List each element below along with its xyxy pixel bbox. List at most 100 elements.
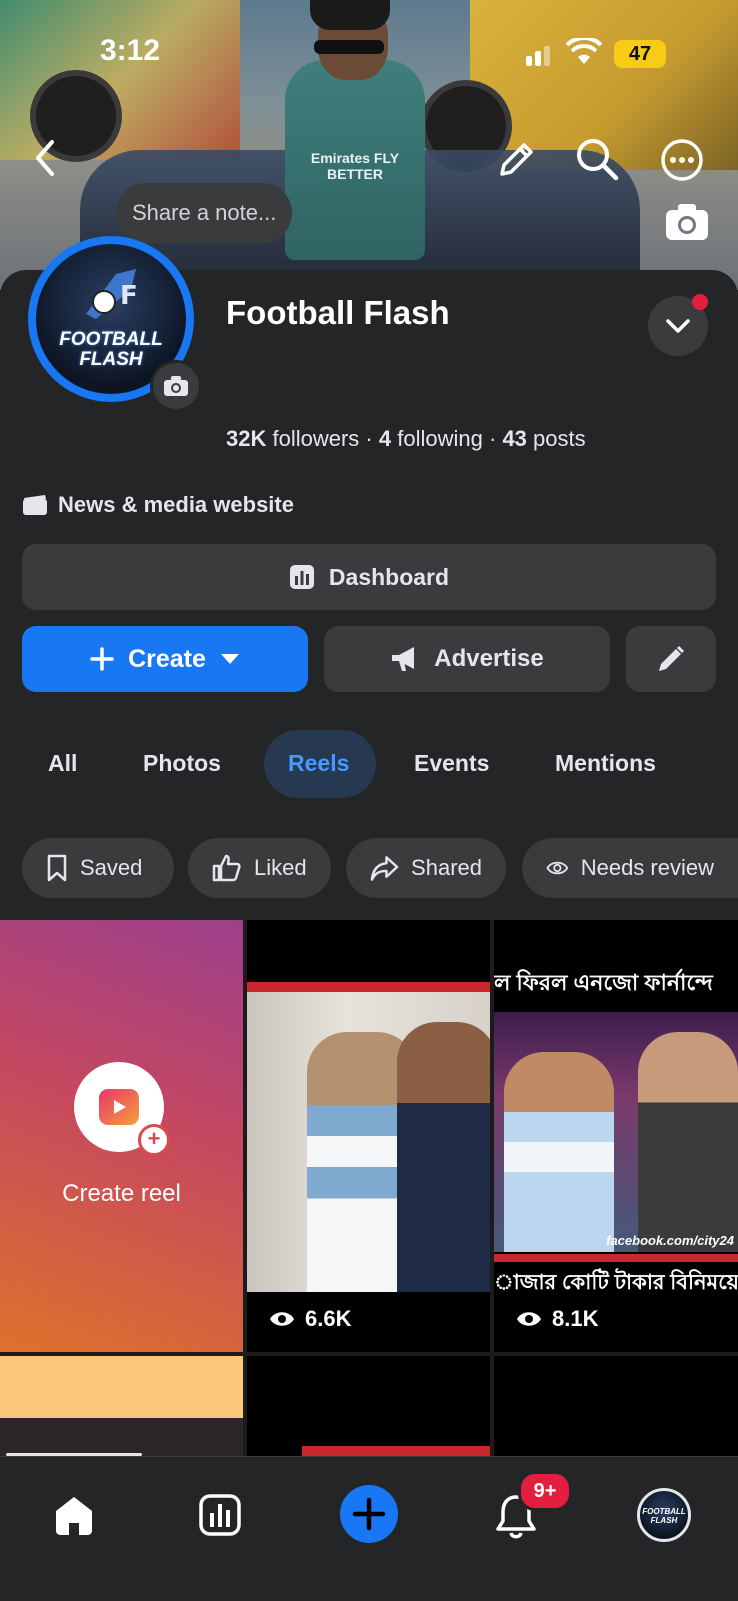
filter-saved[interactable]: Saved <box>22 838 174 898</box>
tab-photos[interactable]: Photos <box>143 750 221 777</box>
cover-person-hair <box>310 0 390 30</box>
filter-needs-review-label: Needs review <box>580 855 714 880</box>
reel-image: facebook.com/city24 <box>494 1012 738 1252</box>
plus-icon <box>352 1497 386 1531</box>
filter-liked[interactable]: Liked <box>188 838 331 898</box>
reel-thumbnail[interactable] <box>247 1356 490 1456</box>
reel-thumbnail[interactable]: 6.6K <box>247 920 490 1352</box>
share-note-bubble[interactable]: Share a note... <box>116 183 293 243</box>
battery-icon: 47 <box>614 40 666 68</box>
create-reel-tile[interactable]: + Create reel <box>0 920 243 1352</box>
share-arrow-icon <box>370 856 399 881</box>
nav-avatar-text: FOOTBALL FLASH <box>642 1507 686 1525</box>
reel-presenter-figure <box>397 1022 490 1292</box>
filter-shared[interactable]: Shared <box>346 838 506 898</box>
reel-views-count: 8.1K <box>552 1306 599 1331</box>
reel-watermark: facebook.com/city24 <box>606 1233 734 1248</box>
more-options-button[interactable] <box>660 138 704 182</box>
megaphone-icon <box>392 647 415 671</box>
cover-shirt-text: Emirates FLY BETTER <box>310 150 400 182</box>
followers-label[interactable]: followers <box>272 426 359 451</box>
svg-text:F: F <box>120 281 138 311</box>
notifications-badge: 9+ <box>518 1471 572 1511</box>
eye-icon <box>270 1312 294 1326</box>
reel-image <box>247 992 490 1292</box>
eye-icon <box>517 1312 541 1326</box>
following-label[interactable]: following <box>397 426 483 451</box>
create-label: Create <box>128 644 206 673</box>
home-icon <box>56 1497 92 1535</box>
battery-level: 47 <box>628 42 652 65</box>
category-label: News & media website <box>58 492 294 517</box>
create-button[interactable]: Create <box>22 626 308 692</box>
more-dots-icon <box>661 139 703 181</box>
search-icon <box>577 139 619 181</box>
tab-reels[interactable]: Reels <box>288 750 349 777</box>
reel-banner <box>494 1254 738 1262</box>
advertise-label: Advertise <box>434 645 544 672</box>
filter-saved-label: Saved <box>80 855 143 880</box>
filter-needs-review[interactable]: Needs review <box>522 838 738 898</box>
tab-events[interactable]: Events <box>414 750 489 777</box>
chevron-left-icon <box>36 140 54 176</box>
bookmark-icon <box>47 854 67 882</box>
reel-headline-bottom: াজার কোটি টাকার বিনিময়ে <box>494 1271 738 1294</box>
sunglasses <box>314 40 384 54</box>
chevron-down-icon <box>666 319 690 333</box>
clapperboard-icon <box>23 495 47 515</box>
reel-banner <box>247 982 490 992</box>
edit-cover-photo-button[interactable] <box>664 202 710 242</box>
dashboard-label: Dashboard <box>328 563 450 590</box>
reel-banner <box>302 1446 490 1456</box>
eye-icon <box>546 861 569 875</box>
advertise-button[interactable]: Advertise <box>324 626 610 692</box>
reel-thumbnail[interactable]: ল ফিরল এনজো ফার্নান্দে facebook.com/city… <box>494 920 738 1352</box>
bar-chart-icon <box>199 1494 241 1536</box>
notification-dot <box>692 294 708 310</box>
profile-stats: 32K followers · 4 following · 43 posts <box>226 426 586 452</box>
followers-count: 32K <box>226 426 267 451</box>
dashboard-button[interactable]: Dashboard <box>22 544 716 610</box>
create-reel-label: Create reel <box>62 1180 181 1207</box>
posts-count: 43 <box>502 426 527 451</box>
plus-icon <box>90 647 114 671</box>
cellular-signal-icon <box>526 40 556 66</box>
back-button[interactable] <box>28 138 64 178</box>
pencil-icon <box>500 143 533 176</box>
nav-create-button[interactable] <box>340 1485 398 1543</box>
wifi-icon <box>565 35 603 66</box>
edit-page-button[interactable] <box>626 626 716 692</box>
reel-headline-top: ল ফিরল এনজো ফার্নান্দে <box>494 970 713 995</box>
reel-views: 8.1K <box>516 1306 598 1332</box>
page-category: News & media website <box>22 492 294 518</box>
reel-presenter-figure <box>638 1032 738 1252</box>
search-button[interactable] <box>574 136 620 182</box>
tab-all[interactable]: All <box>48 750 77 777</box>
thumbs-up-icon <box>212 854 241 882</box>
camera-icon <box>666 204 708 240</box>
bar-chart-icon <box>289 565 314 589</box>
reel-player-figure <box>504 1052 614 1252</box>
reel-thumbnail[interactable] <box>0 1356 243 1456</box>
caret-down-icon <box>220 654 239 664</box>
filter-liked-label: Liked <box>254 855 307 880</box>
change-profile-picture-button[interactable] <box>150 360 202 412</box>
bottom-navigation: 9+ FOOTBALL FLASH <box>0 1456 738 1601</box>
edit-cover-button[interactable] <box>494 138 538 182</box>
rocket-logo-icon: F <box>76 264 146 324</box>
nav-insights[interactable] <box>198 1493 242 1537</box>
nav-home[interactable] <box>52 1493 96 1537</box>
stat-separator: · <box>488 426 503 451</box>
page-title: Football Flash <box>226 294 450 331</box>
reel-views-count: 6.6K <box>305 1306 352 1331</box>
tab-mentions[interactable]: Mentions <box>555 750 656 777</box>
reel-views: 6.6K <box>269 1306 351 1332</box>
reel-thumbnail[interactable] <box>494 1356 738 1456</box>
add-badge-icon: + <box>138 1124 170 1156</box>
pencil-icon <box>659 645 685 671</box>
filter-shared-label: Shared <box>411 855 482 880</box>
nav-profile-avatar[interactable]: FOOTBALL FLASH <box>637 1488 691 1542</box>
cover-person: Emirates FLY BETTER <box>285 60 425 260</box>
stat-separator: · <box>365 426 379 451</box>
status-time: 3:12 <box>100 34 161 67</box>
